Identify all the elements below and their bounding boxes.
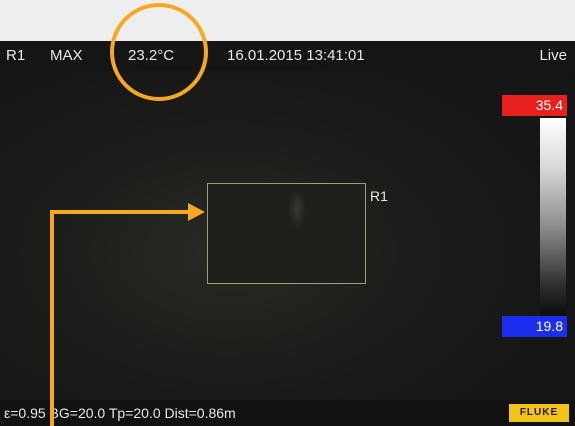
- parameter-bar: ε=0.95 BG=20.0 Tp=20.0 Dist=0.86m FLUKE: [0, 400, 575, 426]
- brand-logo: FLUKE: [509, 404, 569, 422]
- roi-box[interactable]: [207, 183, 366, 284]
- temperature-readout: 23.2°C: [128, 47, 175, 64]
- status-bar: R1 MAX 23.2°C 16.01.2015 13:41:01 Live: [0, 41, 575, 71]
- page: R1 MAX 23.2°C 16.01.2015 13:41:01 Live R…: [0, 0, 575, 426]
- date-time: 16.01.2015 13:41:01: [227, 47, 365, 64]
- thermal-display: R1 MAX 23.2°C 16.01.2015 13:41:01 Live R…: [0, 41, 575, 426]
- scale-max-value: 35.4: [502, 95, 567, 116]
- region-label: R1: [6, 47, 26, 64]
- scale-min-value: 19.8: [502, 316, 567, 337]
- roi-label: R1: [370, 188, 388, 204]
- live-indicator: Live: [539, 47, 567, 64]
- measurement-mode: MAX: [50, 47, 83, 64]
- heat-spot: [288, 189, 306, 229]
- temperature-scale-bar: [540, 118, 566, 316]
- measurement-parameters: ε=0.95 BG=20.0 Tp=20.0 Dist=0.86m: [4, 405, 236, 421]
